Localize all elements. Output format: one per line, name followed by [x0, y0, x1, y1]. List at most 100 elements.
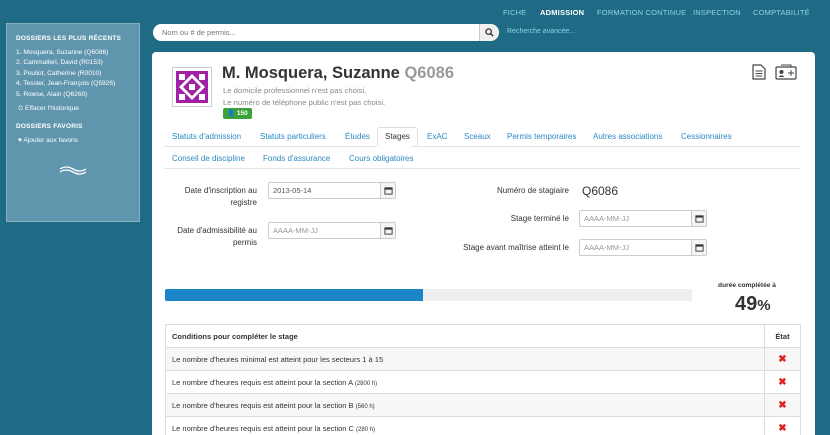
tab-cours-obligatoires[interactable]: Cours obligatoires	[349, 154, 413, 163]
progress-percent: 49%	[735, 293, 771, 316]
recent-files-title: DOSSIERS LES PLUS RÉCENTS	[16, 35, 122, 42]
condition-extra: (2800 h)	[354, 380, 378, 387]
nav-comptabilite[interactable]: COMPTABILITÉ	[753, 8, 810, 17]
recent-file-item[interactable]: 4. Tessier, Jean-François (Q5926)	[16, 79, 139, 89]
main-panel: M. Mosquera, Suzanne Q6086 Le domicile p…	[152, 52, 815, 435]
user-icon: 👤	[227, 110, 236, 117]
calendar-icon[interactable]	[691, 240, 706, 255]
search-button[interactable]	[479, 24, 499, 41]
admissibility-date-field	[268, 222, 396, 239]
search-input[interactable]	[153, 24, 479, 41]
add-favorite-link[interactable]: ♥ Ajouter aux favoris	[18, 137, 139, 144]
condition-cell: Le nombre d'heures requis est atteint po…	[165, 370, 765, 394]
recent-file-item[interactable]: 3. Pouliot, Catherine (R0010)	[16, 69, 139, 79]
tab-cessionnaires[interactable]: Cessionnaires	[681, 132, 732, 141]
add-contact-card-icon[interactable]	[775, 64, 797, 80]
member-name: M. Mosquera, Suzanne Q6086	[222, 64, 454, 83]
tab-stages[interactable]: Stages	[377, 127, 418, 146]
tab-autres-associations[interactable]: Autres associations	[593, 132, 662, 141]
progress-number: 49	[735, 293, 758, 315]
fail-x-icon: ✖	[778, 353, 787, 365]
calendar-icon[interactable]	[691, 211, 706, 226]
state-cell: ✖	[764, 347, 801, 371]
nav-formation-continue[interactable]: FORMATION CONTINUE	[597, 8, 686, 17]
recent-file-item[interactable]: 1. Mosquera, Suzanne (Q6086)	[16, 48, 139, 58]
table-row: Le nombre d'heures requis est atteint po…	[165, 416, 801, 435]
stage-end-input[interactable]	[580, 211, 691, 226]
fail-x-icon: ✖	[778, 399, 787, 411]
clock-icon: ⏲	[18, 105, 24, 113]
tab-sceaux[interactable]: Sceaux	[464, 132, 491, 141]
nav-admission[interactable]: ADMISSION	[540, 8, 584, 17]
inscription-date-field	[268, 182, 396, 199]
tab-etudes[interactable]: Études	[345, 132, 370, 141]
recent-files-list: 1. Mosquera, Suzanne (Q6086) 2. Cammalle…	[16, 48, 139, 100]
member-name-text: M. Mosquera, Suzanne	[222, 64, 400, 82]
tab-statuts-admission[interactable]: Statuts d'admission	[172, 132, 241, 141]
member-code: Q6086	[404, 64, 454, 82]
condition-extra: (560 h)	[355, 403, 375, 410]
table-row: Le nombre d'heures requis est atteint po…	[165, 370, 801, 394]
progress-unit: %	[757, 297, 771, 314]
state-cell: ✖	[764, 393, 801, 417]
condition-text: Le nombre d'heures requis est atteint po…	[172, 377, 353, 387]
tab-permis-temporaires[interactable]: Permis temporaires	[507, 132, 576, 141]
admissibility-date-label: Date d'admissibilité au permis	[177, 226, 257, 247]
condition-text: Le nombre d'heures requis est atteint po…	[172, 400, 354, 410]
stage-master-input[interactable]	[580, 240, 691, 255]
admissibility-date-input[interactable]	[269, 223, 380, 238]
calendar-icon[interactable]	[380, 183, 395, 198]
fail-x-icon: ✖	[778, 376, 787, 388]
conditions-header: Conditions pour compléter le stage	[165, 324, 765, 348]
clear-history-label: Effacer l'historique	[25, 105, 79, 113]
stage-master-field	[579, 239, 707, 256]
search-bar	[153, 24, 499, 41]
nav-inspection[interactable]: INSPECTION	[693, 8, 741, 17]
tab-exac[interactable]: ExAC	[427, 132, 447, 141]
clear-history-link[interactable]: ⏲ Effacer l'historique	[18, 105, 139, 113]
recent-file-item[interactable]: 5. Rowse, Alain (Q6260)	[16, 90, 139, 100]
trainee-number-value: Q6086	[582, 184, 619, 198]
heart-icon: ♥	[18, 137, 22, 145]
sidebar: DOSSIERS LES PLUS RÉCENTS 1. Mosquera, S…	[6, 23, 140, 222]
tab-conseil-discipline[interactable]: Conseil de discipline	[172, 154, 245, 163]
fail-x-icon: ✖	[778, 422, 787, 434]
condition-cell: Le nombre d'heures requis est atteint po…	[165, 393, 765, 417]
tab-divider	[164, 168, 800, 169]
table-row: Le nombre d'heures minimal est atteint p…	[165, 347, 801, 371]
conditions-table: Conditions pour compléter le stage État …	[165, 324, 801, 435]
state-cell: ✖	[764, 370, 801, 394]
condition-cell: Le nombre d'heures minimal est atteint p…	[165, 347, 765, 371]
tab-fonds-assurance[interactable]: Fonds d'assurance	[263, 154, 330, 163]
stage-end-label: Stage terminé le	[510, 214, 569, 223]
table-header-row: Conditions pour compléter le stage État	[165, 324, 801, 348]
search-icon	[485, 28, 494, 37]
state-header: État	[764, 324, 801, 348]
stage-master-label: Stage avant maîtrise atteint le	[463, 243, 569, 252]
progress-label: durée complétée à	[718, 282, 776, 289]
calendar-icon[interactable]	[380, 223, 395, 238]
table-row: Le nombre d'heures requis est atteint po…	[165, 393, 801, 417]
advanced-search-link[interactable]: Recherche avancée...	[507, 28, 575, 35]
favorites-title: DOSSIERS FAVORIS	[16, 123, 83, 131]
address-notice: Le domicile professionnel n'est pas choi…	[223, 86, 367, 95]
condition-extra: (280 h)	[356, 426, 376, 433]
progress-fill	[165, 289, 424, 301]
badge-value: 150	[236, 110, 248, 117]
inscription-date-input[interactable]	[269, 183, 380, 198]
tab-statuts-particuliers[interactable]: Statuts particuliers	[260, 132, 326, 141]
stage-end-field	[579, 210, 707, 227]
status-badge: 👤 150	[223, 108, 252, 119]
state-cell: ✖	[764, 416, 801, 435]
document-icon[interactable]	[752, 64, 766, 80]
trainee-number-label: Numéro de stagiaire	[496, 186, 569, 195]
condition-text: Le nombre d'heures requis est atteint po…	[172, 423, 354, 433]
progress-bar	[165, 289, 692, 301]
inscription-date-label: Date d'inscription au registre	[184, 186, 257, 207]
wave-decoration-icon	[59, 162, 139, 178]
recent-file-item[interactable]: 2. Cammalleri, David (R0153)	[16, 58, 139, 68]
nav-fiche[interactable]: FICHE	[503, 8, 527, 17]
condition-cell: Le nombre d'heures requis est atteint po…	[165, 416, 765, 435]
tab-divider	[411, 146, 800, 147]
condition-text: Le nombre d'heures minimal est atteint p…	[172, 354, 384, 364]
